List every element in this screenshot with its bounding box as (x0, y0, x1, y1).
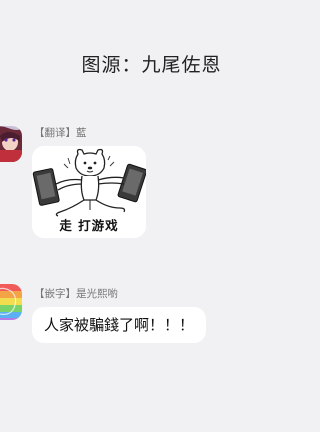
anime-girl-avatar-icon[interactable] (0, 126, 22, 162)
sticker-caption: 走 打游戏 (59, 218, 119, 233)
rainbow-avatar-icon[interactable] (0, 284, 22, 320)
source-credit-title: 图源：九尾佐恩 (81, 54, 222, 76)
avatar-image (0, 284, 22, 320)
text-message-bubble[interactable]: 人家被騙錢了啊！！！ (32, 307, 207, 343)
sticker-message-bubble[interactable]: 走 打游戏 (32, 146, 146, 238)
sender-name: 【翻译】藍 (34, 127, 87, 139)
avatar-image (0, 126, 22, 162)
sender-name: 【嵌字】是光熙喲 (34, 288, 118, 300)
